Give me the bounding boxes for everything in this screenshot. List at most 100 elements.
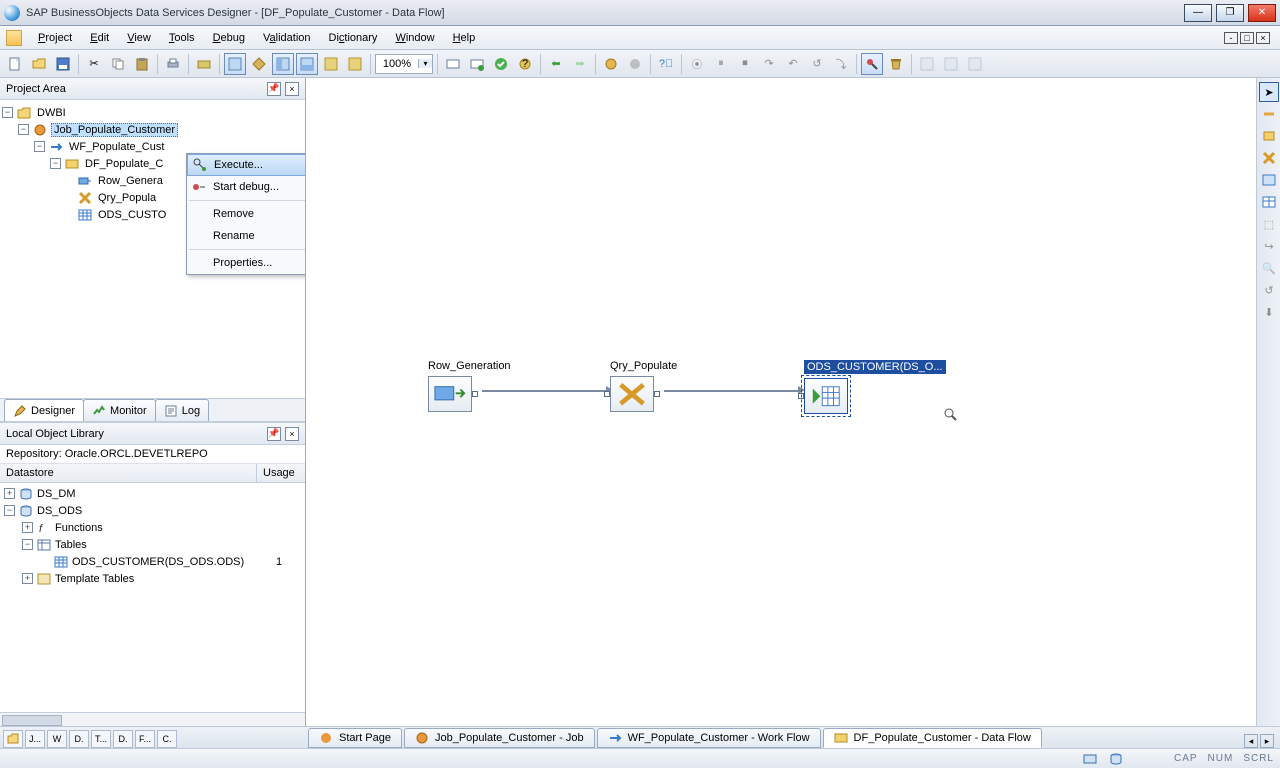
- menu-tools[interactable]: Tools: [161, 29, 203, 47]
- trash-icon[interactable]: [885, 53, 907, 75]
- paste-icon[interactable]: [131, 53, 153, 75]
- canvas-node-rowgen[interactable]: Row_Generation: [428, 360, 511, 412]
- cut-icon[interactable]: ✂: [83, 53, 105, 75]
- doc-tab-job[interactable]: Job_Populate_Customer - Job: [404, 728, 595, 748]
- status-icon-1[interactable]: [1082, 751, 1098, 767]
- ds-label[interactable]: DS_ODS: [37, 505, 82, 517]
- dbg5-icon[interactable]: ↶: [782, 53, 804, 75]
- dbg1-icon[interactable]: ⦿: [686, 53, 708, 75]
- mini-tab[interactable]: W: [47, 730, 67, 748]
- view-central-icon[interactable]: [248, 53, 270, 75]
- drop-tool-icon[interactable]: ⬇: [1259, 302, 1279, 322]
- tree-dataflow[interactable]: DF_Populate_C: [83, 158, 165, 170]
- menu-debug[interactable]: Debug: [205, 29, 253, 47]
- tree-workflow[interactable]: WF_Populate_Cust: [67, 141, 166, 153]
- pin-icon[interactable]: 📌: [267, 82, 281, 96]
- close-button[interactable]: ✕: [1248, 4, 1276, 22]
- tab-log[interactable]: Log: [155, 399, 209, 421]
- expander-icon[interactable]: −: [2, 107, 13, 118]
- validate-icon[interactable]: [442, 53, 464, 75]
- expander-icon[interactable]: −: [4, 505, 15, 516]
- tree-child[interactable]: Row_Genera: [96, 175, 165, 187]
- layout3-icon[interactable]: [964, 53, 986, 75]
- connector[interactable]: [482, 390, 608, 392]
- ctx-execute[interactable]: Execute...: [187, 154, 305, 176]
- tool-a-icon[interactable]: [193, 53, 215, 75]
- audit-icon[interactable]: ?: [514, 53, 536, 75]
- menu-help[interactable]: Help: [445, 29, 484, 47]
- rowgen-shape[interactable]: [428, 376, 472, 412]
- open-icon[interactable]: [28, 53, 50, 75]
- dataflow-tool-icon[interactable]: [1259, 126, 1279, 146]
- view-status-icon[interactable]: [344, 53, 366, 75]
- doc-tab-df[interactable]: DF_Populate_Customer - Data Flow: [823, 728, 1042, 748]
- canvas-node-query[interactable]: Qry_Populate: [610, 360, 677, 412]
- validate2-icon[interactable]: [466, 53, 488, 75]
- mdi-minimize[interactable]: -: [1224, 32, 1238, 44]
- dbg7-icon[interactable]: ⤵: [830, 53, 852, 75]
- mdi-close[interactable]: ×: [1256, 32, 1270, 44]
- print-icon[interactable]: [162, 53, 184, 75]
- project-tree[interactable]: − DWBI − Job_Populate_Customer − WF_Popu…: [0, 100, 305, 398]
- expander-icon[interactable]: +: [22, 573, 33, 584]
- view-variables-icon[interactable]: [320, 53, 342, 75]
- mini-tab[interactable]: T...: [91, 730, 111, 748]
- view-lib-icon[interactable]: [272, 53, 294, 75]
- datastore-tree[interactable]: +DS_DM −DS_ODS +fFunctions −Tables ODS_C…: [0, 483, 305, 712]
- mini-tab[interactable]: [3, 730, 23, 748]
- tree-root[interactable]: DWBI: [35, 107, 68, 119]
- new-icon[interactable]: [4, 53, 26, 75]
- reset-tool-icon[interactable]: ↺: [1259, 280, 1279, 300]
- ds-label[interactable]: Functions: [55, 522, 103, 534]
- mini-tab[interactable]: D.: [69, 730, 89, 748]
- expander-icon[interactable]: −: [22, 539, 33, 550]
- pointer-tool-icon[interactable]: ➤: [1259, 82, 1279, 102]
- close-pane-icon[interactable]: ×: [285, 427, 299, 441]
- target-shape[interactable]: [804, 378, 848, 414]
- zoom-combo[interactable]: ▾: [375, 54, 433, 74]
- maximize-button[interactable]: ❐: [1216, 4, 1244, 22]
- menu-project[interactable]: Project: [30, 29, 80, 47]
- view-project-icon[interactable]: [224, 53, 246, 75]
- layout2-icon[interactable]: [940, 53, 962, 75]
- ctx-properties[interactable]: Properties...: [187, 252, 305, 274]
- table-tool-icon[interactable]: [1259, 192, 1279, 212]
- dataflow-canvas[interactable]: Row_Generation Qry_Populate ODS_CUSTOMER…: [306, 78, 1256, 728]
- expander-icon[interactable]: −: [18, 124, 29, 135]
- workflow-tool-icon[interactable]: [1259, 104, 1279, 124]
- col-datastore[interactable]: Datastore: [0, 464, 257, 482]
- tab-designer[interactable]: Designer: [4, 399, 84, 421]
- doc-tab-start[interactable]: Start Page: [308, 728, 402, 748]
- menu-dictionary[interactable]: Dictionary: [321, 29, 386, 47]
- menu-view[interactable]: View: [119, 29, 159, 47]
- col-usage[interactable]: Usage: [257, 464, 305, 482]
- debug-attach-icon[interactable]: [600, 53, 622, 75]
- mini-tab[interactable]: F...: [135, 730, 155, 748]
- view-output-icon[interactable]: [296, 53, 318, 75]
- mini-tab[interactable]: C.: [157, 730, 177, 748]
- dbg4-icon[interactable]: ↷: [758, 53, 780, 75]
- expander-icon[interactable]: +: [22, 522, 33, 533]
- mini-tab[interactable]: J...: [25, 730, 45, 748]
- template-tool-icon[interactable]: [1259, 170, 1279, 190]
- help-icon[interactable]: ?⃝: [655, 53, 677, 75]
- magnify-icon[interactable]: [944, 408, 958, 422]
- tab-monitor[interactable]: Monitor: [83, 399, 156, 421]
- tree-job[interactable]: Job_Populate_Customer: [51, 123, 178, 137]
- query-shape[interactable]: [610, 376, 654, 412]
- ctx-rename[interactable]: Rename: [187, 225, 305, 247]
- filter-icon[interactable]: [861, 53, 883, 75]
- connector[interactable]: [664, 390, 800, 392]
- pin-icon[interactable]: 📌: [267, 427, 281, 441]
- datatransport-tool-icon[interactable]: ⬚: [1259, 214, 1279, 234]
- zoom-input[interactable]: [376, 58, 418, 70]
- ds-label[interactable]: ODS_CUSTOMER(DS_ODS.ODS): [72, 556, 244, 568]
- copy-icon[interactable]: [107, 53, 129, 75]
- menu-edit[interactable]: Edit: [82, 29, 117, 47]
- dbg3-icon[interactable]: ⏹: [734, 53, 756, 75]
- menu-validation[interactable]: Validation: [255, 29, 319, 47]
- map-tool-icon[interactable]: ↪: [1259, 236, 1279, 256]
- forward-icon[interactable]: ➡: [569, 53, 591, 75]
- ds-label[interactable]: DS_DM: [37, 488, 76, 500]
- status-icon-2[interactable]: [1108, 751, 1124, 767]
